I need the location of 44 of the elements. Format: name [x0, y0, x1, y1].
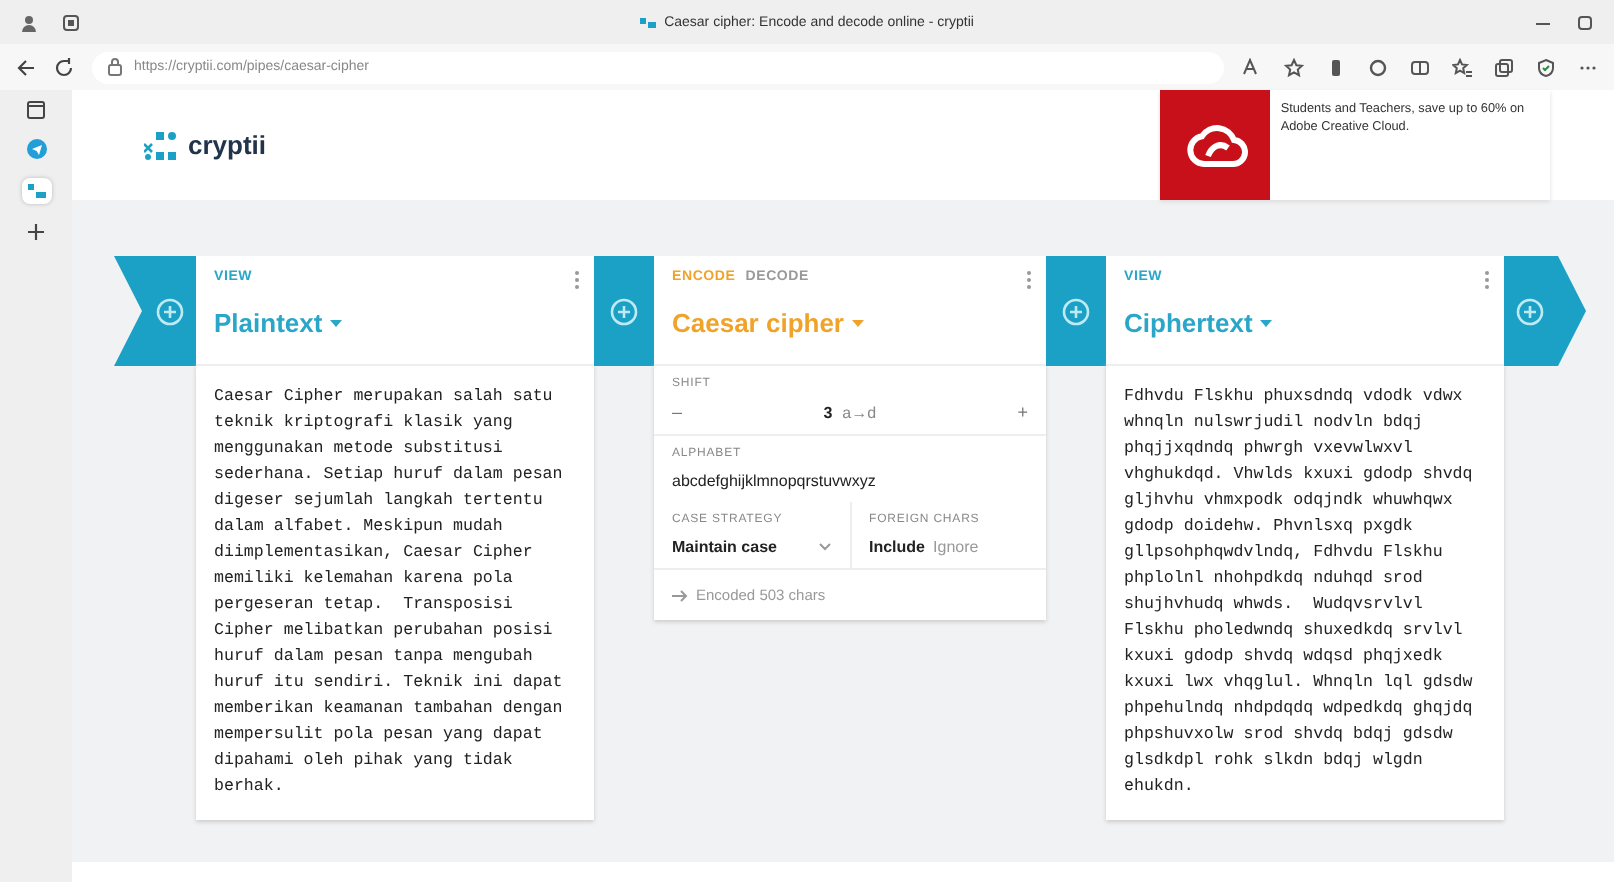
- star-icon[interactable]: [1284, 57, 1304, 77]
- shield-icon[interactable]: [1536, 57, 1556, 77]
- increment-button[interactable]: +: [1017, 402, 1028, 422]
- alphabet-field[interactable]: abcdefghijklmnopqrstuvwxyz: [672, 472, 1028, 490]
- option-toggle[interactable]: Include: [869, 538, 926, 556]
- extension-icon[interactable]: [1368, 57, 1388, 77]
- app-tab[interactable]: [21, 178, 51, 204]
- chevron-icon: [817, 542, 831, 552]
- collections-icon[interactable]: [1494, 57, 1514, 77]
- tabs-icon[interactable]: [62, 13, 80, 31]
- add-step-button[interactable]: [114, 256, 196, 366]
- arrow-right-icon: [672, 589, 688, 601]
- creative-cloud-icon: [1183, 119, 1248, 171]
- option-toggle[interactable]: Ignore: [933, 538, 979, 556]
- page-icon: [27, 184, 45, 198]
- dropdown-value: Maintain case: [672, 538, 777, 556]
- decrement-button[interactable]: –: [672, 402, 683, 422]
- split-screen-icon[interactable]: [1410, 57, 1430, 77]
- text-area[interactable]: Fdhvdu Flskhu phuxsdndq vdodk vdwx whnqln nulswrjudil nodvln bdqj phqjjxqdndq phwrgh vxevwlwxvl vhghukdqd. Vhwlds kxuxi gdodp shvdq gljhvhu vhmxpodk odqjndk whuwhqwx gdodp doidehw. Phvnlsxq pxgdk gllpsohphqwdvlndq, Fdhvdu Flskhu phplolnl nhohpdkdq nduhqd srod shujhvhudq whwds. Wudqvsrvlvl Flskhu pholedwndq shuxedkdq srvlvl kxuxi gdodp shvdq wdqsd phqjxedk kxuxi lwx vhqglul. Whnqln lql gdsdw phpehulndq nhdpdqdq wdpedkdq ghqjdq phpshuvxolw srod shvdq bdqj gdsdw glsdkdpl rohk slkdn bdqj wlgdn ehukdn.: [1106, 364, 1504, 820]
- add-icon[interactable]: [26, 222, 46, 242]
- caret-icon: [852, 319, 864, 327]
- send-icon[interactable]: [25, 138, 47, 160]
- reload-icon[interactable]: [54, 57, 74, 77]
- page-icon: [640, 14, 657, 30]
- ad-banner[interactable]: [1160, 90, 1271, 200]
- read-aloud-icon[interactable]: [1242, 57, 1262, 77]
- text-area[interactable]: Caesar Cipher merupakan salah satu teknik kriptografi klasik yang menggunakan metode substitusi sederhana. Setiap huruf dalam pesan digeser sejumlah langkah tertentu dalam alfabet. Meskipun mudah diimplementasikan, Caesar Cipher memiliki kelemahan karena pola pergeseran tetap. Transposisi Cipher melibatkan perubahan posisi huruf dalam pesan tanpa mengubah huruf itu sendiri. Teknik ini dapat memberikan keamanan tambahan dengan mempersulit pola pesan yang dapat dipahami oleh pihak yang tidak berhak.: [196, 364, 594, 820]
- maximize-icon[interactable]: [1576, 13, 1594, 31]
- caret-icon: [1260, 319, 1273, 327]
- view-selector[interactable]: Plaintext: [214, 308, 343, 338]
- profile-icon[interactable]: [20, 13, 38, 31]
- add-step-button[interactable]: [1504, 256, 1586, 366]
- favorites-icon[interactable]: [1452, 57, 1472, 77]
- caret-icon: [330, 319, 343, 327]
- shift-mapping: a→d: [842, 403, 877, 421]
- lock-icon: [108, 58, 122, 76]
- view-selector[interactable]: Ciphertext: [1124, 308, 1273, 338]
- back-icon[interactable]: [16, 57, 36, 77]
- site-logo[interactable]: cryptii: [188, 130, 267, 160]
- phone-icon[interactable]: [1326, 57, 1346, 77]
- sidebar-panel-icon[interactable]: [26, 100, 46, 120]
- shift-value[interactable]: 3: [823, 403, 833, 421]
- case-dropdown[interactable]: Maintain case: [672, 538, 831, 556]
- cryptii-logo-icon[interactable]: [144, 131, 178, 159]
